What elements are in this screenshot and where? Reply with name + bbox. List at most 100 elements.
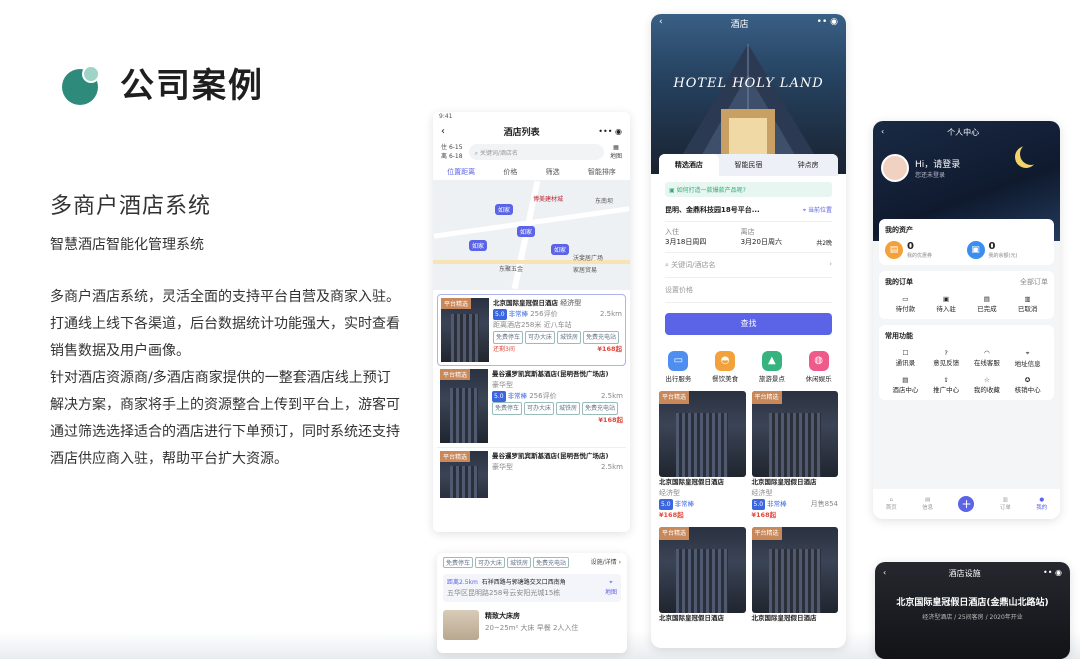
assets-card: 我的资产 ▤ 0 我的优惠券 ▣ 0 我的余额(元) — [879, 219, 1054, 265]
list-item[interactable]: 平台精选 曼谷暹罗凯宾斯基酒店(昆明吾悦广场店) 豪华型 5.0 非常棒 256… — [437, 366, 626, 448]
description-paragraph-2: 针对酒店资源商/多酒店商家提供的一整套酒店线上预订解决方案，商家将手上的资源整合… — [50, 370, 400, 467]
filter-price[interactable]: 价格 — [503, 167, 517, 177]
back-icon[interactable]: ‹ — [441, 126, 445, 137]
service-food[interactable]: ◓ 餐饮美食 — [712, 351, 738, 383]
hotel-tag: 平台精选 — [751, 527, 782, 540]
plus-icon: + — [958, 496, 975, 512]
room-info: 20~25m² 大床 早餐 2人入住 — [485, 624, 579, 632]
order-cancelled[interactable]: ▥ 已取消 — [1018, 295, 1038, 313]
hotel-image: 平台精选 — [440, 451, 488, 498]
service-travel[interactable]: ▭ 出行服务 — [665, 351, 691, 383]
nav-label: 信息 — [922, 505, 934, 511]
hotel-card[interactable]: 平台精选 北京国际皇冠假日酒店 — [659, 527, 746, 624]
hotel-name: 曼谷暹罗凯宾斯基酒店(昆明吾悦广场店) — [492, 370, 609, 378]
function-label: 通讯录 — [895, 359, 916, 367]
hotel-list-phone: 9:41 ‹ 酒店列表 ••• ◉ 住 6-15 离 6-18 ⌕ 关键词/酒店… — [433, 112, 630, 532]
fn-favorites[interactable]: ☆ 我的收藏 — [967, 376, 1008, 394]
service-label: 旅游景点 — [758, 375, 785, 383]
fn-hotel-center[interactable]: ▤ 酒店中心 — [885, 376, 926, 394]
asset-balance[interactable]: ▣ 0 我的余额(元) — [966, 241, 1049, 259]
service-leisure[interactable]: ◍ 休闲娱乐 — [806, 351, 832, 383]
hotel-image: 平台精选 — [440, 369, 488, 443]
function-label: 酒店中心 — [892, 386, 919, 394]
nav-mine[interactable]: ● 我的 — [1036, 497, 1047, 511]
tab-selected-hotel[interactable]: 精选酒店 — [659, 154, 719, 176]
order-label: 已完成 — [977, 305, 997, 313]
price-input[interactable]: 设置价格 — [665, 278, 832, 303]
capsule-menu[interactable]: •• ◉ — [1043, 568, 1062, 579]
fn-address[interactable]: ⌖ 地址信息 — [1007, 349, 1048, 368]
assets-row: ▤ 0 我的优惠券 ▣ 0 我的余额(元) — [885, 241, 1048, 259]
hotel-name: 北京国际皇冠假日酒店 — [659, 478, 724, 486]
hotel-type: 豪华型 — [492, 463, 513, 471]
room-image — [443, 610, 479, 640]
list-item[interactable]: 平台精选 曼谷暹罗凯宾斯基酒店(昆明吾悦广场店) 豪华型 2.5km — [437, 448, 626, 498]
filter-distance[interactable]: 位置距离 — [447, 167, 475, 177]
headset-icon: ◠ — [984, 349, 990, 357]
fn-verification[interactable]: ✪ 核销中心 — [1007, 376, 1048, 394]
food-icon: ◓ — [715, 351, 736, 371]
room-row[interactable]: 精致大床房 20~25m² 大床 早餐 2人入住 — [437, 604, 627, 646]
map-pin[interactable]: 如家 — [551, 244, 570, 255]
functions-title: 常用功能 — [885, 332, 913, 340]
facility-hotel-sub: 经济型酒店 / 25间客房 / 2020年开业 — [922, 614, 1023, 621]
tab-bar: 精选酒店 智能民宿 钟点房 — [659, 154, 838, 176]
fn-feedback[interactable]: ? 意见反馈 — [926, 349, 967, 368]
back-icon[interactable]: ‹ — [883, 568, 886, 579]
order-pending-payment[interactable]: ▭ 待付款 — [896, 295, 916, 313]
search-input[interactable]: ⌕ 关键词/酒店名 — [468, 144, 604, 160]
service-scenic[interactable]: ▲ 旅游景点 — [759, 351, 785, 383]
fn-promotion[interactable]: ⇪ 推广中心 — [926, 376, 967, 394]
all-orders-link[interactable]: 全部订单 — [1020, 277, 1048, 287]
keyword-input[interactable]: ⌕ 关键词/酒店名 › — [665, 253, 832, 278]
tab-hourly[interactable]: 钟点房 — [778, 160, 838, 170]
asset-coupon[interactable]: ▤ 0 我的优惠券 — [885, 241, 967, 259]
hotel-price: ¥168起 — [659, 511, 684, 519]
map-pin[interactable]: 如家 — [517, 226, 536, 237]
filter-sort[interactable]: 智能排序 — [588, 167, 616, 177]
home-icon: ⌂ — [889, 497, 893, 503]
date-range[interactable]: 住 6-15 离 6-18 — [441, 143, 463, 161]
hotel-tag: 平台精选 — [751, 391, 782, 404]
date-row[interactable]: 入住 3月18日周四 离店 3月20日周六 共2晚 — [665, 227, 832, 253]
map-button[interactable]: ▦ 地图 — [610, 144, 622, 160]
hotel-card[interactable]: 平台精选 北京国际皇冠假日酒店 经济型 5.0 非常棒 ¥168起 — [659, 391, 746, 521]
hotel-list: 平台精选 北京国际皇冠假日酒店 经济型 5.0 非常棒 256评价 2.5km 距… — [433, 290, 630, 502]
order-completed[interactable]: ▤ 已完成 — [977, 295, 997, 313]
nav-orders[interactable]: ▥ 订单 — [1000, 497, 1011, 511]
nav-messages[interactable]: ▤ 信息 — [922, 497, 933, 511]
filter-filter[interactable]: 筛选 — [546, 167, 560, 177]
facility-detail-link[interactable]: 设施/详情 › — [591, 557, 621, 568]
map-pin[interactable]: 如家 — [469, 240, 488, 251]
back-icon[interactable]: ‹ — [881, 127, 884, 138]
hotel-card[interactable]: 平台精选 北京国际皇冠假日酒店 经济型 5.0 非常棒 月售854 ¥168起 — [751, 391, 838, 521]
hotel-icon: ▤ — [902, 376, 909, 384]
map-pin[interactable]: 如家 — [495, 204, 514, 215]
capsule-menu[interactable]: ••• ◉ — [598, 127, 622, 136]
list-item[interactable]: 平台精选 北京国际皇冠假日酒店 经济型 5.0 非常棒 256评价 2.5km 距… — [437, 294, 626, 366]
notice-bar[interactable]: ▣ 如何打造一款爆款产品呢? — [665, 182, 832, 197]
map-button[interactable]: ⌖ 地图 — [605, 578, 617, 598]
fn-contacts[interactable]: ☐ 通讯录 — [885, 349, 926, 368]
hotel-card[interactable]: 平台精选 北京国际皇冠假日酒店 — [751, 527, 838, 624]
login-sub: 您还未登录 — [915, 172, 946, 179]
current-location-button[interactable]: ⌖ 当前位置 — [803, 205, 832, 215]
list-header: ‹ 酒店列表 ••• ◉ — [433, 122, 630, 140]
feature-tag: 城铁房 — [507, 557, 532, 568]
address-card[interactable]: 距离2.5km 石祥西路与郭塘路交叉口西南角 五华区昆明路258号云安阳光城15… — [443, 574, 621, 602]
map-view[interactable]: 如家 如家 如家 如家 博美建材城 东南坝 东聚五金 沃斐居广场 家居贸易 — [433, 180, 630, 290]
search-button[interactable]: 查找 — [665, 313, 832, 335]
nav-home[interactable]: ⌂ 首页 — [886, 497, 897, 511]
map-label: 东南坝 — [595, 198, 614, 205]
fn-support[interactable]: ◠ 在线客服 — [967, 349, 1008, 368]
score-badge: 5.0 — [493, 309, 507, 320]
avatar[interactable] — [881, 154, 909, 182]
nav-add[interactable]: + — [958, 496, 975, 512]
nights: 共2晚 — [816, 240, 833, 247]
tab-homestay[interactable]: 智能民宿 — [719, 160, 779, 170]
order-pending-checkin[interactable]: ▣ 待入驻 — [936, 295, 956, 313]
feature-tag: 城铁房 — [556, 402, 581, 415]
hotel-tag: 平台精选 — [659, 527, 690, 540]
functions-grid: ☐ 通讯录 ? 意见反馈 ◠ 在线客服 ⌖ 地址信息 ▤ 酒店中心 ⇪ 推广中心 ☆ 我的收藏… — [885, 349, 1048, 394]
hotel-name: 曼谷暹罗凯宾斯基酒店(昆明吾悦广场店) — [492, 452, 609, 460]
